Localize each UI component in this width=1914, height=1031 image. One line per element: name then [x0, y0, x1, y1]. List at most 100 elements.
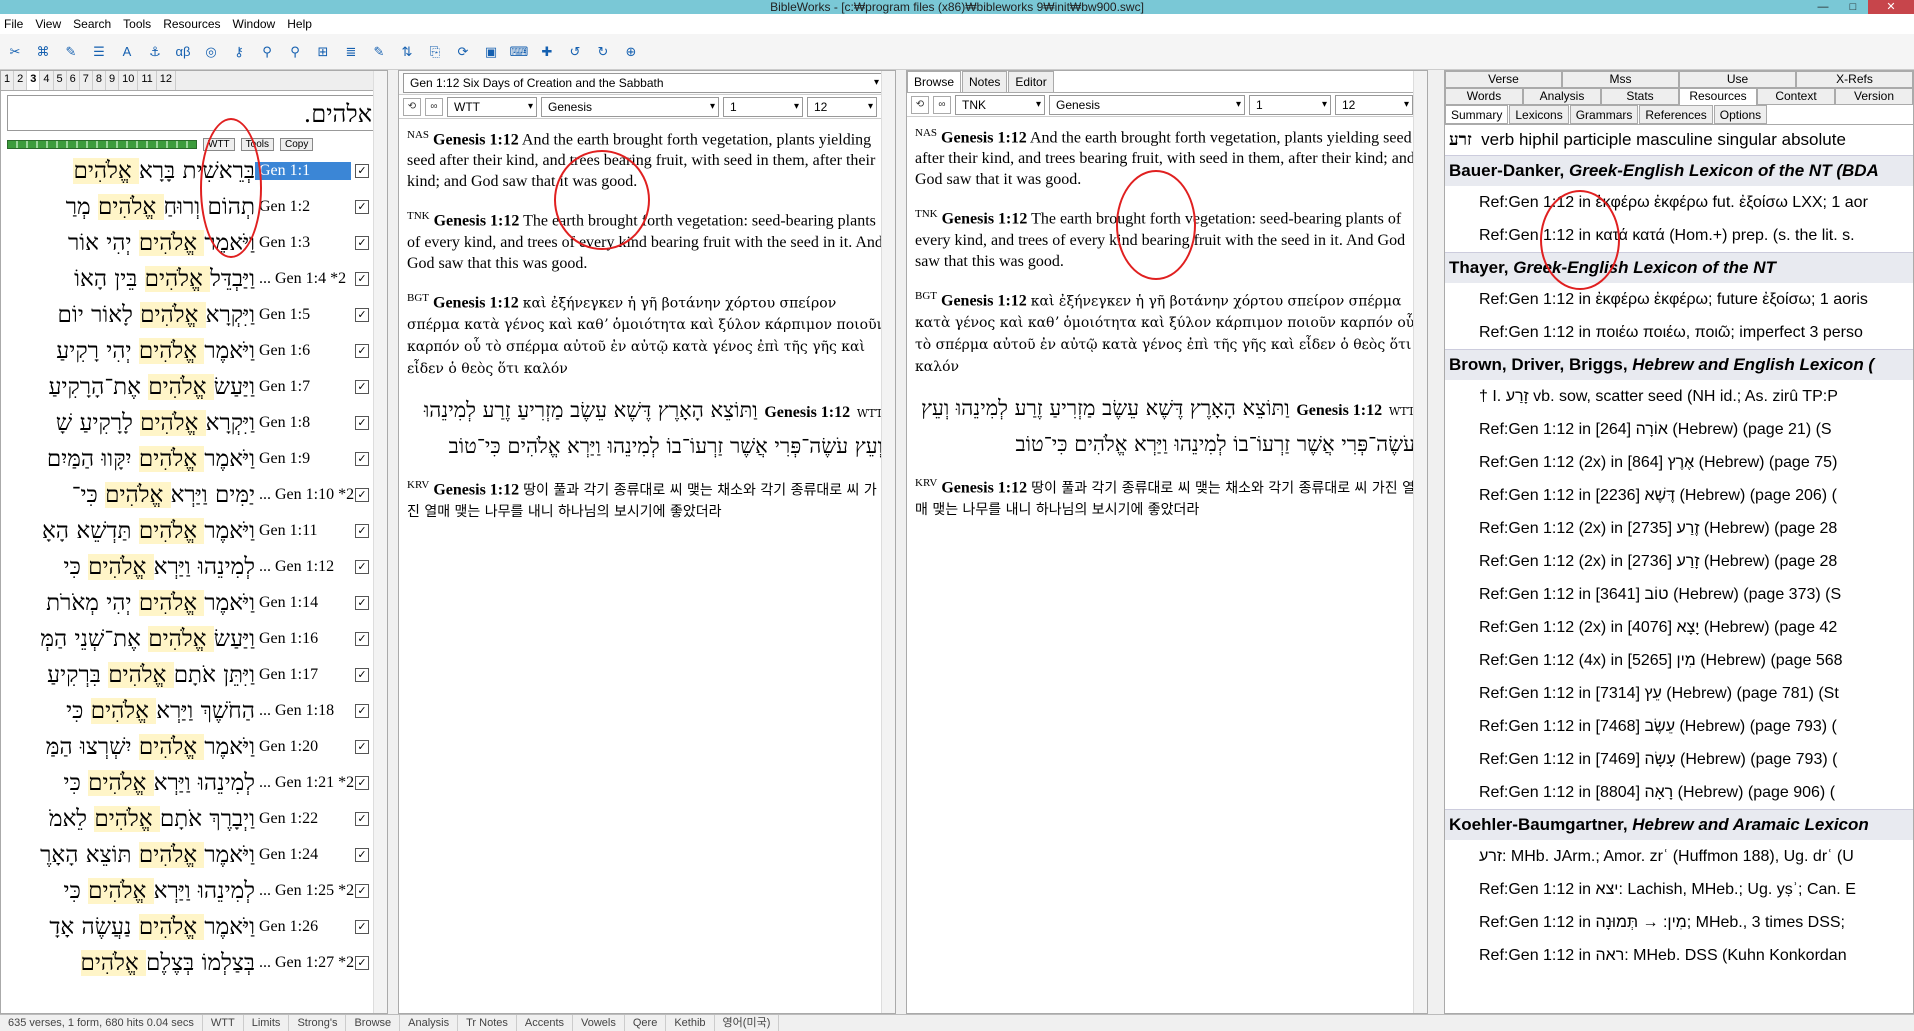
version-tab-5[interactable]: 5 — [54, 71, 67, 90]
heading-select[interactable]: Gen 1:12 Six Days of Creation and the Sa… — [403, 72, 883, 93]
version-tab-8[interactable]: 8 — [93, 71, 106, 90]
maximize-icon[interactable]: □ — [1838, 0, 1868, 14]
result-checkbox[interactable]: ✓ — [355, 667, 369, 682]
result-checkbox[interactable]: ✓ — [355, 811, 369, 826]
result-checkbox[interactable]: ✓ — [355, 739, 369, 754]
status-1[interactable]: WTT — [203, 1015, 244, 1031]
lexicon-reference-line[interactable]: Ref:Gen 1:12 in עֵץ [7314] (Hebrew) (pag… — [1445, 677, 1913, 710]
version-select[interactable]: TNK — [955, 94, 1045, 115]
toolbar-icon-17[interactable]: ▣ — [480, 41, 502, 63]
result-checkbox[interactable]: ✓ — [355, 595, 369, 610]
tab-analysis[interactable]: Analysis — [1523, 88, 1601, 105]
result-row[interactable]: וַיֹּאמֶר אֱלֹהִים נַעֲשֶׂה אָדָ Gen 1:26… — [1, 909, 387, 945]
toolbar-icon-7[interactable]: ◎ — [200, 41, 222, 63]
verse-select[interactable]: 12 — [807, 96, 877, 117]
result-row[interactable]: וַיֹּאמֶר אֱלֹהִים יְהִי מְאֹרֹת Gen 1:14… — [1, 585, 387, 621]
result-checkbox[interactable]: ✓ — [355, 703, 369, 718]
toolbar-icon-22[interactable]: ⊕ — [620, 41, 642, 63]
status-8[interactable]: Vowels — [573, 1015, 625, 1031]
result-checkbox[interactable]: ✓ — [355, 343, 369, 358]
lexicon-reference-line[interactable]: † I. זָרַע vb. sow, scatter seed (NH id.… — [1445, 380, 1913, 413]
tab-resources[interactable]: Resources — [1679, 88, 1757, 105]
result-row[interactable]: וַיִּקְרָא אֱלֹהִים לָאוֹר יוֹם Gen 1:5 ✓ — [1, 297, 387, 333]
lexicon-reference-line[interactable]: Ref:Gen 1:12 in ποιέω ποιέω, ποιῶ; imper… — [1445, 316, 1913, 349]
menu-item-search[interactable]: Search — [73, 17, 111, 31]
chapter-select[interactable]: 1 — [1249, 94, 1331, 115]
result-checkbox[interactable]: ✓ — [355, 883, 369, 898]
result-row[interactable]: יַמִּים וַיַּרְא אֱלֹהִים כִּי־... Gen 1… — [1, 477, 387, 513]
result-reference[interactable]: Gen 1:1 — [255, 161, 351, 180]
toolbar-icon-0[interactable]: ✂ — [4, 41, 26, 63]
status-7[interactable]: Accents — [517, 1015, 574, 1031]
toolbar-icon-1[interactable]: ⌘ — [32, 41, 54, 63]
version-tab-2[interactable]: 2 — [14, 71, 28, 90]
toolbar-icon-4[interactable]: A — [116, 41, 138, 63]
status-3[interactable]: Strong's — [289, 1015, 347, 1031]
status-2[interactable]: Limits — [244, 1015, 290, 1031]
result-row[interactable]: לְמִינֵהוּ וַיַּרְא אֱלֹהִים כִּי... Gen… — [1, 765, 387, 801]
result-checkbox[interactable]: ✓ — [355, 559, 369, 574]
result-reference[interactable]: ... Gen 1:21 *2 — [255, 774, 354, 792]
result-reference[interactable]: Gen 1:16 — [255, 630, 351, 648]
result-reference[interactable]: Gen 1:20 — [255, 738, 351, 756]
tab-verse[interactable]: Verse — [1445, 71, 1562, 88]
lexicon-reference-line[interactable]: Ref:Gen 1:12 (2x) in זָרַע [2736] (Hebre… — [1445, 545, 1913, 578]
toolbar-icon-21[interactable]: ↻ — [592, 41, 614, 63]
result-row[interactable]: וַיֹּאמֶר אֱלֹהִים תּוֹצֵא הָאָרֶ Gen 1:2… — [1, 837, 387, 873]
result-reference[interactable]: Gen 1:9 — [255, 450, 351, 468]
toolbar-icon-8[interactable]: ⚷ — [228, 41, 250, 63]
result-reference[interactable]: Gen 1:2 — [255, 198, 351, 216]
sync-icon[interactable]: ⟲ — [911, 95, 929, 114]
lexicon-reference-line[interactable]: Ref:Gen 1:12 in דֶּשֶׁא [2236] (Hebrew) … — [1445, 479, 1913, 512]
result-row[interactable]: וַיַּעַשׂ אֱלֹהִים אֶת־הָרָקִיעַ Gen 1:7 ✓ — [1, 369, 387, 405]
toolbar-icon-20[interactable]: ↺ — [564, 41, 586, 63]
lexicon-heading[interactable]: Brown, Driver, Briggs, Hebrew and Englis… — [1445, 349, 1913, 380]
toolbar-icon-12[interactable]: ≣ — [340, 41, 362, 63]
tab-version[interactable]: Version — [1835, 88, 1913, 105]
result-checkbox[interactable]: ✓ — [355, 631, 369, 646]
lexicon-reference-line[interactable]: Ref:Gen 1:12 (4x) in מִין [5265] (Hebrew… — [1445, 644, 1913, 677]
chapter-select[interactable]: 1 — [723, 96, 803, 117]
result-row[interactable]: וַיַּבְדֵּל אֱלֹהִים בֵּין הָאוֹ... Gen … — [1, 261, 387, 297]
toolbar-icon-14[interactable]: ⇅ — [396, 41, 418, 63]
tab-stats[interactable]: Stats — [1601, 88, 1679, 105]
toolbar-icon-13[interactable]: ✎ — [368, 41, 390, 63]
lexicon-heading[interactable]: Koehler-Baumgartner, Hebrew and Aramaic … — [1445, 809, 1913, 840]
toolbar-icon-3[interactable]: ☰ — [88, 41, 110, 63]
result-checkbox[interactable]: ✓ — [355, 199, 369, 214]
result-reference[interactable]: Gen 1:14 — [255, 594, 351, 612]
result-reference[interactable]: Gen 1:17 — [255, 666, 351, 684]
toolbar-icon-15[interactable]: ⎘ — [424, 41, 446, 63]
toolbar-icon-19[interactable]: ✚ — [536, 41, 558, 63]
result-reference[interactable]: ... Gen 1:12 — [255, 558, 351, 576]
lexicon-heading[interactable]: Thayer, Greek-English Lexicon of the NT — [1445, 252, 1913, 283]
lexicon-reference-line[interactable]: Ref:Gen 1:12 (2x) in יָצָא [4076] (Hebre… — [1445, 611, 1913, 644]
result-row[interactable]: וַיֹּאמֶר אֱלֹהִים יְהִי אוֹר Gen 1:3 ✓ — [1, 225, 387, 261]
result-reference[interactable]: ... Gen 1:4 *2 — [255, 270, 351, 288]
result-reference[interactable]: Gen 1:11 — [255, 522, 351, 540]
lexicon-reference-line[interactable]: Ref:Gen 1:12 in רָאָה [8804] (Hebrew) (p… — [1445, 776, 1913, 809]
result-reference[interactable]: Gen 1:7 — [255, 378, 351, 396]
result-row[interactable]: וַיֹּאמֶר אֱלֹהִים יְהִי רָקִיעַ Gen 1:6 ✓ — [1, 333, 387, 369]
version-tab-7[interactable]: 7 — [80, 71, 93, 90]
result-row[interactable]: וַיֹּאמֶר אֱלֹהִים יִקָּווּ הַמַּיִם Gen … — [1, 441, 387, 477]
version-tab-9[interactable]: 9 — [106, 71, 120, 90]
result-reference[interactable]: Gen 1:26 — [255, 918, 351, 936]
book-select[interactable]: Genesis — [541, 96, 719, 117]
result-row[interactable]: הַחֹשֶׁךְ וַיַּרְא אֱלֹהִים כִּי... Gen … — [1, 693, 387, 729]
minimize-icon[interactable]: — — [1808, 0, 1838, 14]
version-tab-1[interactable]: 1 — [1, 71, 15, 90]
result-reference[interactable]: Gen 1:3 — [255, 234, 351, 252]
lexicon-heading[interactable]: Bauer-Danker, Greek-English Lexicon of t… — [1445, 155, 1913, 186]
result-checkbox[interactable]: ✓ — [355, 451, 369, 466]
result-reference[interactable]: ... Gen 1:10 *2 — [255, 486, 354, 504]
close-icon[interactable]: ✕ — [1868, 0, 1914, 14]
toolbar-icon-6[interactable]: αβ — [172, 41, 194, 63]
result-row[interactable]: תְהוֹם וְרוּחַ אֱלֹהִים מְרַ Gen 1:2 ✓ — [1, 189, 387, 225]
lexicon-reference-line[interactable]: Ref:Gen 1:12 in טוֹב [3641] (Hebrew) (pa… — [1445, 578, 1913, 611]
result-checkbox[interactable]: ✓ — [355, 235, 369, 250]
result-reference[interactable]: Gen 1:5 — [255, 306, 351, 324]
result-checkbox[interactable]: ✓ — [355, 487, 369, 502]
result-reference[interactable]: Gen 1:24 — [255, 846, 351, 864]
toolbar-icon-5[interactable]: ⚓ — [144, 41, 166, 63]
